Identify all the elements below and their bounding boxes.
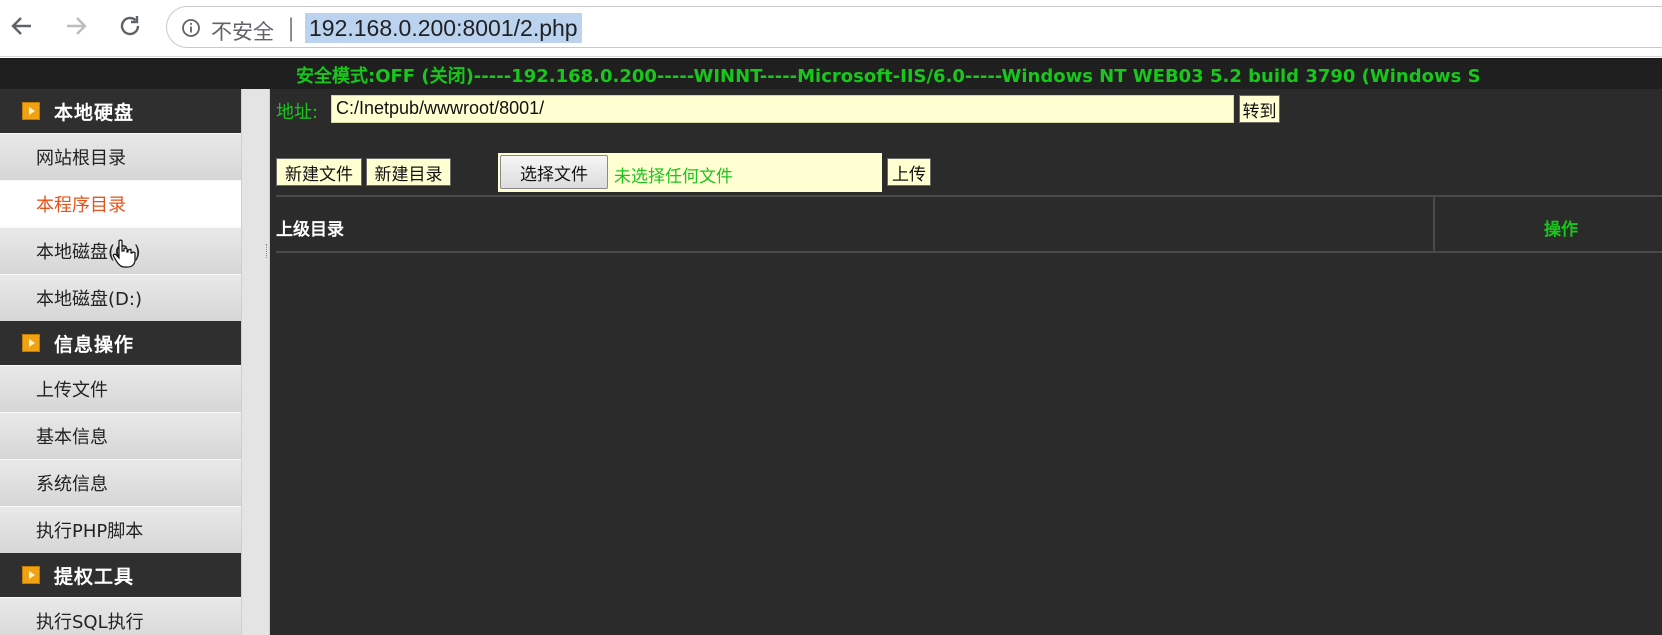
table-top-border xyxy=(276,195,1662,197)
parent-dir-link[interactable]: 上级目录 xyxy=(276,215,344,240)
section-title: 提权工具 xyxy=(54,565,135,588)
section-title: 本地硬盘 xyxy=(54,101,135,124)
sidebar-item-program-dir[interactable]: 本程序目录 xyxy=(0,180,241,228)
separator: | xyxy=(287,14,296,42)
file-picker: 选择文件 未选择任何文件 xyxy=(498,153,882,192)
reload-button[interactable] xyxy=(112,8,148,44)
sidebar: 本地硬盘 网站根目录 本程序目录 本地磁盘(C:) 本地磁盘(D:) 信息操作 … xyxy=(0,89,241,635)
folder-arrow-icon xyxy=(22,334,40,352)
arrow-left-icon xyxy=(11,17,31,35)
table-header-border xyxy=(276,251,1662,253)
table-column-divider xyxy=(1433,196,1435,251)
path-input[interactable]: C:/Inetpub/wwwroot/8001/ xyxy=(331,95,1234,123)
sidebar-item-web-root[interactable]: 网站根目录 xyxy=(0,133,241,181)
folder-arrow-icon xyxy=(22,566,40,584)
info-icon[interactable] xyxy=(181,18,201,38)
browser-toolbar: 不安全 | 192.168.0.200:8001/2.php xyxy=(0,0,1662,57)
server-banner: 安全模式:OFF (关闭)-----192.168.0.200-----WINN… xyxy=(0,58,1662,89)
sidebar-section-local-disk[interactable]: 本地硬盘 xyxy=(0,89,241,133)
sidebar-section-privesc-tools[interactable]: 提权工具 xyxy=(0,553,241,597)
new-dir-button[interactable]: 新建目录 xyxy=(366,158,451,186)
sidebar-item-disk-d[interactable]: 本地磁盘(D:) xyxy=(0,274,241,322)
section-title: 信息操作 xyxy=(54,333,135,356)
no-file-chosen-text: 未选择任何文件 xyxy=(614,167,733,187)
forward-button[interactable] xyxy=(58,8,94,44)
choose-file-button[interactable]: 选择文件 xyxy=(500,155,608,189)
reload-icon xyxy=(120,16,140,36)
sidebar-item-basic-info[interactable]: 基本信息 xyxy=(0,412,241,460)
page-content: 安全模式:OFF (关闭)-----192.168.0.200-----WINN… xyxy=(0,58,1662,635)
address-label: 地址: xyxy=(276,102,319,123)
sidebar-item-upload-file[interactable]: 上传文件 xyxy=(0,365,241,413)
operation-header: 操作 xyxy=(1544,220,1578,240)
new-file-button[interactable]: 新建文件 xyxy=(276,158,362,186)
sidebar-item-exec-sql[interactable]: 执行SQL执行 xyxy=(0,597,241,635)
upload-button[interactable]: 上传 xyxy=(887,158,931,186)
frame-splitter[interactable] xyxy=(241,89,270,635)
sidebar-section-info-ops[interactable]: 信息操作 xyxy=(0,321,241,365)
hand-cursor-icon xyxy=(112,239,136,268)
banner-text: 安全模式:OFF (关闭)-----192.168.0.200-----WINN… xyxy=(296,66,1481,87)
goto-button[interactable]: 转到 xyxy=(1239,95,1280,123)
security-label: 不安全 xyxy=(211,20,274,44)
sidebar-item-exec-php[interactable]: 执行PHP脚本 xyxy=(0,506,241,554)
folder-arrow-icon xyxy=(22,102,40,120)
arrow-right-icon xyxy=(67,17,87,35)
back-button[interactable] xyxy=(4,8,40,44)
url-text[interactable]: 192.168.0.200:8001/2.php xyxy=(305,13,582,43)
splitter-grip[interactable] xyxy=(266,244,268,258)
sidebar-item-system-info[interactable]: 系统信息 xyxy=(0,459,241,507)
address-bar[interactable]: 不安全 | 192.168.0.200:8001/2.php xyxy=(166,6,1662,48)
